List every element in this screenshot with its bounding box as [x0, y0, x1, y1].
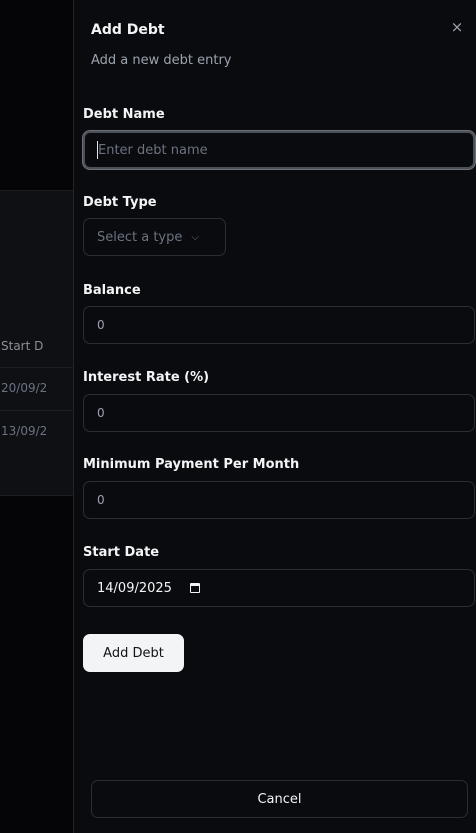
background-table-header: Start D	[1, 339, 44, 353]
balance-label: Balance	[83, 283, 141, 298]
debt-name-input[interactable]	[83, 131, 475, 169]
interest-rate-label: Interest Rate (%)	[83, 370, 210, 385]
calendar-icon[interactable]	[189, 583, 200, 593]
minimum-payment-input[interactable]	[83, 481, 475, 519]
add-debt-dialog: × Add Debt Add a new debt entry Debt Nam…	[73, 0, 476, 833]
close-icon[interactable]: ×	[448, 18, 466, 36]
balance-input[interactable]	[83, 306, 475, 344]
chevron-down-icon: ⌵	[191, 231, 199, 243]
debt-type-select[interactable]: Select a type ⌵	[83, 218, 226, 256]
debt-type-placeholder: Select a type	[97, 229, 183, 245]
cancel-button[interactable]: Cancel	[91, 780, 468, 818]
dialog-subtitle: Add a new debt entry	[91, 53, 232, 68]
background-table-row: 20/09/2	[0, 367, 80, 407]
start-date-value: 14/09/2025	[97, 580, 172, 596]
interest-rate-input[interactable]	[83, 394, 475, 432]
background-table-card: Start D 20/09/2 13/09/2	[0, 190, 80, 496]
dialog-title: Add Debt	[91, 22, 165, 38]
start-date-input[interactable]: 14/09/2025	[83, 569, 475, 607]
text-caret	[97, 141, 98, 159]
start-date-label: Start Date	[83, 545, 160, 560]
debt-type-label: Debt Type	[83, 195, 157, 210]
minimum-payment-label: Minimum Payment Per Month	[83, 457, 300, 472]
background-table-row: 13/09/2	[0, 410, 80, 450]
debt-name-label: Debt Name	[83, 107, 165, 122]
add-debt-button[interactable]: Add Debt	[83, 634, 184, 672]
